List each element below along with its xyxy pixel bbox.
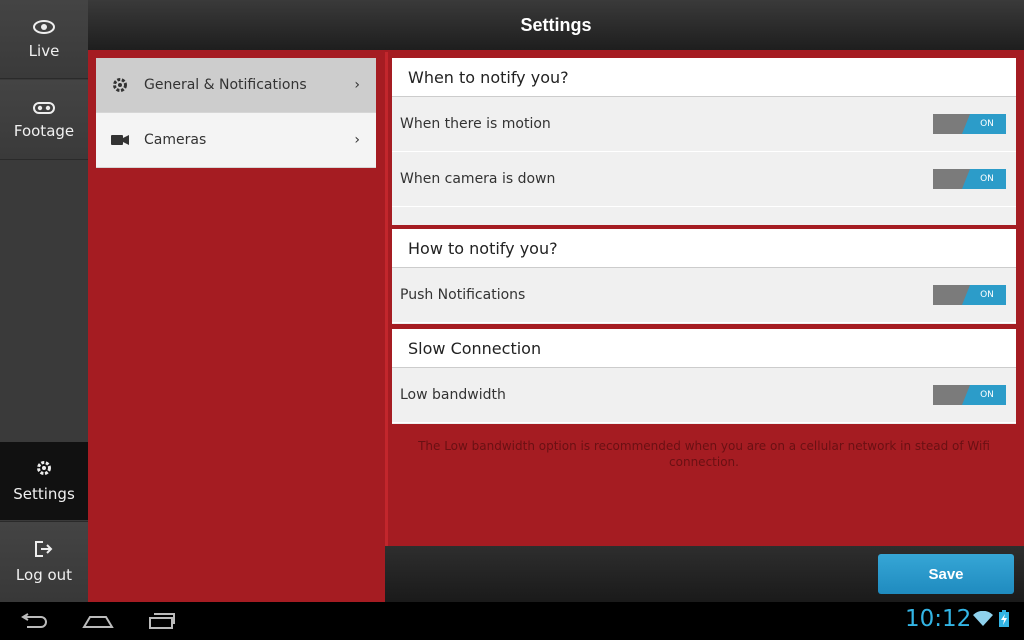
category-label: General & Notifications	[144, 77, 307, 93]
wifi-icon	[973, 610, 993, 631]
toggle-on-label: ON	[962, 169, 1006, 189]
setting-row-camera-down: When camera is down ON	[392, 152, 1016, 207]
status-clock: 10:12	[905, 606, 972, 632]
home-icon[interactable]	[78, 602, 118, 640]
nav-live-label: Live	[28, 41, 60, 60]
low-bandwidth-note: The Low bandwidth option is recommended …	[418, 439, 990, 469]
recent-apps-icon[interactable]	[144, 602, 180, 640]
toggle-on-label: ON	[962, 285, 1006, 305]
settings-category-list: General & Notifications › Cameras ›	[96, 58, 376, 168]
gear-icon	[35, 459, 53, 481]
nav-footage-label: Footage	[13, 122, 75, 140]
section-title: When to notify you?	[392, 58, 1016, 97]
nav-live[interactable]: Live	[0, 0, 88, 79]
category-cameras[interactable]: Cameras ›	[96, 113, 376, 168]
system-navigation-bar	[0, 602, 1024, 640]
motion-toggle[interactable]: ON	[933, 114, 1006, 134]
nav-settings[interactable]: Settings	[0, 442, 88, 520]
category-general-notifications[interactable]: General & Notifications ›	[96, 58, 376, 113]
nav-settings-label: Settings	[13, 485, 75, 503]
toggle-on-label: ON	[962, 114, 1006, 134]
tape-icon	[33, 99, 55, 118]
category-label: Cameras	[144, 132, 207, 148]
push-notifications-toggle[interactable]: ON	[933, 285, 1006, 305]
camera-down-toggle[interactable]: ON	[933, 169, 1006, 189]
eye-icon	[33, 19, 55, 38]
top-header: Settings	[88, 0, 1024, 50]
section-slow-connection: Slow Connection Low bandwidth ON	[392, 329, 1016, 424]
gear-icon	[110, 76, 130, 94]
save-button[interactable]: Save	[878, 554, 1014, 594]
nav-logout-label: Log out	[15, 566, 73, 584]
left-navigation: Live Footage Settings Log out	[0, 0, 88, 602]
section-when-to-notify: When to notify you? When there is motion…	[392, 58, 1016, 225]
section-how-to-notify: How to notify you? Push Notifications ON	[392, 229, 1016, 324]
setting-label: Low bandwidth	[400, 387, 506, 403]
nav-logout[interactable]: Log out	[0, 521, 88, 602]
section-title: How to notify you?	[392, 229, 1016, 268]
nav-footage[interactable]: Footage	[0, 80, 88, 160]
setting-label: Push Notifications	[400, 287, 526, 303]
page-title: Settings	[520, 14, 592, 35]
setting-label: When camera is down	[400, 171, 556, 187]
chevron-right-icon: ›	[354, 132, 360, 148]
toggle-on-label: ON	[962, 385, 1006, 405]
setting-label: When there is motion	[400, 116, 551, 132]
setting-row-push: Push Notifications ON	[392, 268, 1016, 323]
setting-row-motion: When there is motion ON	[392, 97, 1016, 152]
back-icon[interactable]	[14, 602, 54, 640]
video-camera-icon	[110, 134, 130, 146]
logout-icon	[34, 540, 54, 562]
app-root: { "header": { "title": "Settings" }, "na…	[0, 0, 1024, 640]
status-icons	[973, 610, 1009, 631]
battery-charging-icon	[999, 610, 1009, 631]
low-bandwidth-toggle[interactable]: ON	[933, 385, 1006, 405]
setting-row-low-bandwidth: Low bandwidth ON	[392, 368, 1016, 423]
chevron-right-icon: ›	[354, 77, 360, 93]
section-title: Slow Connection	[392, 329, 1016, 368]
